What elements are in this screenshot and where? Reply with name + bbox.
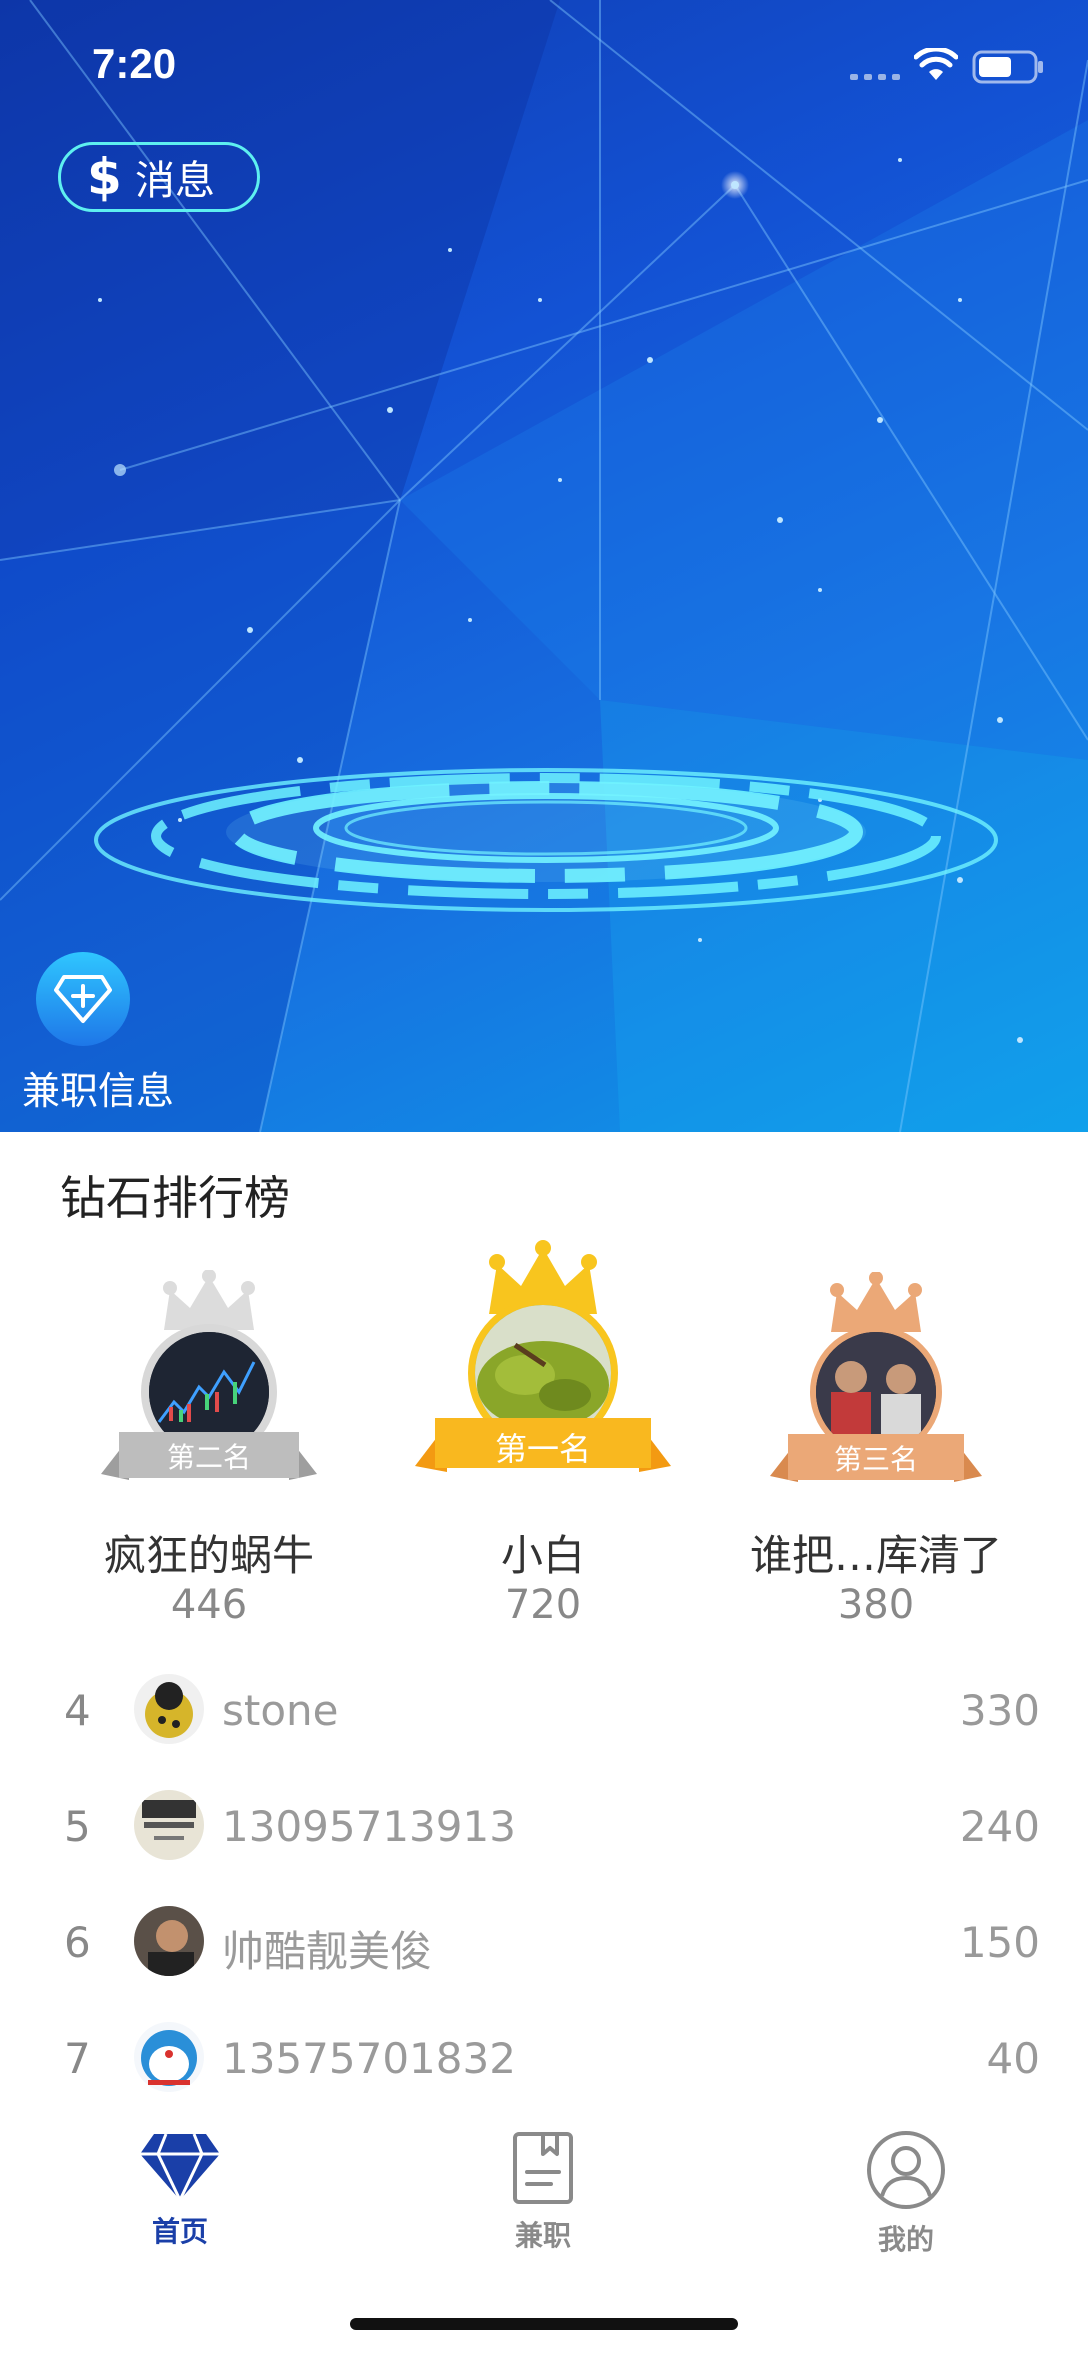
dollar-icon: $ [87,148,122,206]
rank-score: 40 [986,2034,1040,2083]
rank-score: 330 [959,1686,1040,1735]
rank-number: 6 [64,1918,91,1967]
avatar [134,2022,204,2092]
diamond-plus-icon [36,952,130,1046]
wifi-icon [914,48,958,80]
bronze-crown-icon [830,1272,922,1332]
cellular-signal-icon [850,74,900,80]
tab-label: 我的 [877,2223,934,2256]
podium-score: 446 [170,1582,248,1628]
podium-name: 疯狂的蜗牛 [103,1531,314,1580]
list-item[interactable]: 6 帅酷靓美俊 150 [0,1884,1088,2000]
rank-username: 帅酷靓美俊 [222,1927,433,1976]
parttime-info-label: 兼职信息 [22,1069,175,1113]
rank-number: 7 [64,2034,91,2083]
podium-score: 380 [837,1582,915,1628]
message-button[interactable]: $ 消息 [58,142,260,212]
rank-username: 13095713913 [222,1802,516,1851]
rank-number: 5 [64,1802,91,1851]
home-indicator[interactable] [350,2318,738,2330]
document-icon [513,2132,573,2204]
podium-score: 720 [504,1582,582,1628]
rank-score: 240 [959,1802,1040,1851]
rank-score: 150 [959,1918,1040,1967]
avatar [134,1906,204,1976]
battery-icon [972,50,1043,84]
user-icon [867,2131,945,2209]
tab-mine[interactable]: 我的 [806,2130,1006,2258]
leaderboard-title: 钻石排行榜 [60,1171,290,1225]
rank-username: stone [222,1686,339,1735]
rank-username: 13575701832 [222,2034,516,2083]
status-bar: 7:20 [0,0,1088,130]
list-item[interactable]: 5 13095713913 240 [0,1768,1088,1884]
tab-home[interactable]: 首页 [80,2130,280,2250]
podium-place-label: 第一名 [494,1430,591,1468]
tab-label: 兼职 [514,2219,571,2252]
list-item[interactable]: 4 stone 330 [0,1652,1088,1768]
tab-label: 首页 [151,2215,208,2248]
message-label: 消息 [135,158,215,204]
rank-number: 4 [64,1686,91,1735]
podium-place-label: 第二名 [166,1441,251,1474]
diamond-leaderboard: 钻石排行榜 第二名 疯狂的蜗牛 446 第一名 小白 720 第三名 谁把…库清… [0,1132,1088,2110]
podium-name: 小白 [500,1531,585,1580]
hero-banner: 7:20 $ 消息 兼职信息 [0,0,1088,1132]
tab-parttime[interactable]: 兼职 [443,2130,643,2254]
avatar [134,1790,204,1860]
podium-name: 谁把…库清了 [749,1531,1002,1580]
list-item[interactable]: 7 13575701832 40 [0,2000,1088,2116]
avatar [134,1674,204,1744]
silver-crown-icon [163,1270,255,1330]
podium-place-label: 第三名 [833,1443,918,1476]
status-time: 7:20 [92,40,177,87]
diamond-icon [140,2133,220,2202]
